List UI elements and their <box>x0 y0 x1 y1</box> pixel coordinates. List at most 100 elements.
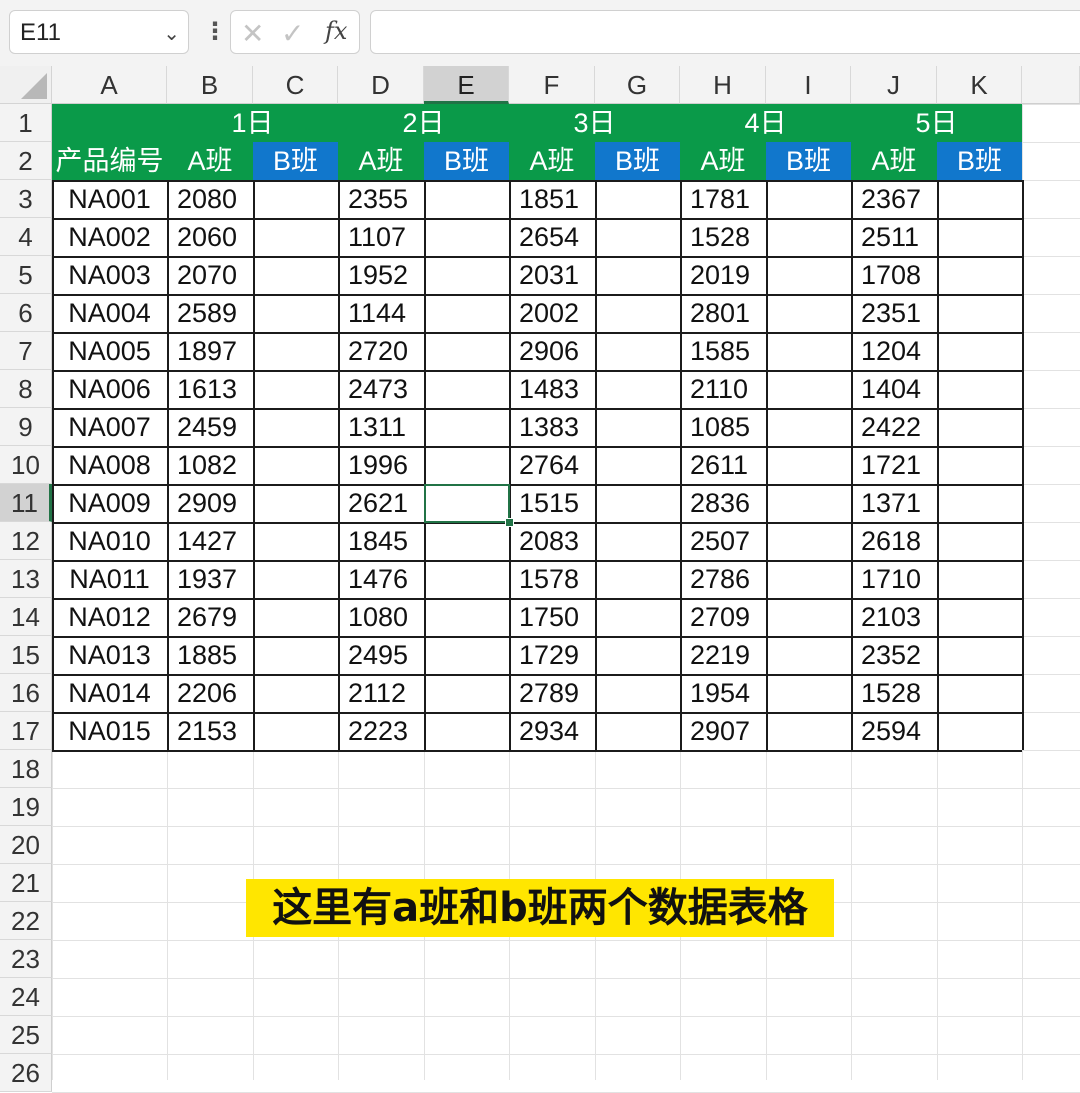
shift-a-value-cell[interactable]: 2621 <box>338 484 424 522</box>
chevron-down-icon[interactable]: ⌄ <box>163 21 180 46</box>
formula-input[interactable] <box>370 10 1080 54</box>
shift-a-value-cell[interactable]: 1371 <box>851 484 937 522</box>
day-header[interactable]: 5日 <box>851 104 1022 142</box>
shift-b-value-cell[interactable] <box>766 256 851 294</box>
shift-a-value-cell[interactable]: 2083 <box>509 522 595 560</box>
shift-a-value-cell[interactable]: 2836 <box>680 484 766 522</box>
product-code-cell[interactable]: NA010 <box>52 522 167 560</box>
name-box[interactable]: E11 ⌄ <box>9 10 189 54</box>
shift-a-value-cell[interactable]: 2618 <box>851 522 937 560</box>
shift-b-value-cell[interactable] <box>766 560 851 598</box>
product-code-cell[interactable]: NA008 <box>52 446 167 484</box>
shift-a-value-cell[interactable]: 1107 <box>338 218 424 256</box>
shift-b-value-cell[interactable] <box>595 712 680 750</box>
row-header-9[interactable]: 9 <box>0 408 52 446</box>
shift-b-value-cell[interactable] <box>595 484 680 522</box>
shift-b-value-cell[interactable] <box>253 636 338 674</box>
shift-b-value-cell[interactable] <box>424 332 509 370</box>
day-header[interactable]: 4日 <box>680 104 851 142</box>
column-header-c[interactable]: C <box>253 66 338 104</box>
shift-a-value-cell[interactable]: 1750 <box>509 598 595 636</box>
select-all-button[interactable] <box>0 66 52 104</box>
row-header-6[interactable]: 6 <box>0 294 52 332</box>
fill-handle[interactable] <box>505 518 514 527</box>
row-header-14[interactable]: 14 <box>0 598 52 636</box>
shift-b-value-cell[interactable] <box>253 522 338 560</box>
product-code-cell[interactable]: NA014 <box>52 674 167 712</box>
shift-b-header[interactable]: B班 <box>424 142 509 180</box>
shift-b-value-cell[interactable] <box>595 674 680 712</box>
product-code-cell[interactable]: NA001 <box>52 180 167 218</box>
shift-a-value-cell[interactable]: 1721 <box>851 446 937 484</box>
shift-a-value-cell[interactable]: 2720 <box>338 332 424 370</box>
shift-a-value-cell[interactable]: 2801 <box>680 294 766 332</box>
shift-a-value-cell[interactable]: 2153 <box>167 712 253 750</box>
day-header[interactable]: 3日 <box>509 104 680 142</box>
shift-a-header[interactable]: A班 <box>680 142 766 180</box>
row-header-2[interactable]: 2 <box>0 142 52 180</box>
shift-a-value-cell[interactable]: 1954 <box>680 674 766 712</box>
shift-a-value-cell[interactable]: 2507 <box>680 522 766 560</box>
row-header-17[interactable]: 17 <box>0 712 52 750</box>
row-header-21[interactable]: 21 <box>0 864 52 902</box>
column-header-l[interactable] <box>1022 66 1080 104</box>
shift-b-value-cell[interactable] <box>937 446 1022 484</box>
product-code-cell[interactable]: NA012 <box>52 598 167 636</box>
shift-a-value-cell[interactable]: 2367 <box>851 180 937 218</box>
shift-a-value-cell[interactable]: 2110 <box>680 370 766 408</box>
shift-a-value-cell[interactable]: 1897 <box>167 332 253 370</box>
shift-a-value-cell[interactable]: 1204 <box>851 332 937 370</box>
shift-a-value-cell[interactable]: 1996 <box>338 446 424 484</box>
shift-b-value-cell[interactable] <box>595 370 680 408</box>
column-header-d[interactable]: D <box>338 66 424 104</box>
shift-b-header[interactable]: B班 <box>937 142 1022 180</box>
row-header-16[interactable]: 16 <box>0 674 52 712</box>
row-header-18[interactable]: 18 <box>0 750 52 788</box>
row-header-25[interactable]: 25 <box>0 1016 52 1054</box>
shift-a-value-cell[interactable]: 1851 <box>509 180 595 218</box>
row-header-4[interactable]: 4 <box>0 218 52 256</box>
shift-b-value-cell[interactable] <box>766 446 851 484</box>
row-header-11[interactable]: 11 <box>0 484 52 522</box>
shift-b-value-cell[interactable] <box>595 522 680 560</box>
shift-a-value-cell[interactable]: 1937 <box>167 560 253 598</box>
shift-a-value-cell[interactable]: 2934 <box>509 712 595 750</box>
shift-b-value-cell[interactable] <box>424 598 509 636</box>
shift-b-value-cell[interactable] <box>595 332 680 370</box>
row-header-7[interactable]: 7 <box>0 332 52 370</box>
product-code-header[interactable]: 产品编号 <box>52 142 167 180</box>
shift-b-value-cell[interactable] <box>253 560 338 598</box>
row-header-12[interactable]: 12 <box>0 522 52 560</box>
row-header-3[interactable]: 3 <box>0 180 52 218</box>
shift-b-value-cell[interactable] <box>766 332 851 370</box>
shift-b-value-cell[interactable] <box>766 180 851 218</box>
shift-b-value-cell[interactable] <box>424 636 509 674</box>
shift-b-value-cell[interactable] <box>937 256 1022 294</box>
shift-b-value-cell[interactable] <box>424 256 509 294</box>
shift-a-value-cell[interactable]: 1515 <box>509 484 595 522</box>
shift-b-value-cell[interactable] <box>424 674 509 712</box>
day-header[interactable]: 1日 <box>167 104 338 142</box>
shift-b-header[interactable]: B班 <box>253 142 338 180</box>
more-options-icon[interactable]: ⋮ <box>203 17 227 46</box>
selected-cell[interactable] <box>424 484 510 523</box>
row-header-26[interactable]: 26 <box>0 1054 52 1092</box>
shift-a-value-cell[interactable]: 1311 <box>338 408 424 446</box>
shift-a-value-cell[interactable]: 2002 <box>509 294 595 332</box>
row-header-20[interactable]: 20 <box>0 826 52 864</box>
shift-b-value-cell[interactable] <box>937 294 1022 332</box>
shift-a-value-cell[interactable]: 2070 <box>167 256 253 294</box>
shift-b-value-cell[interactable] <box>937 522 1022 560</box>
shift-a-value-cell[interactable]: 1729 <box>509 636 595 674</box>
product-code-cell[interactable]: NA009 <box>52 484 167 522</box>
shift-a-value-cell[interactable]: 2219 <box>680 636 766 674</box>
shift-a-value-cell[interactable]: 2679 <box>167 598 253 636</box>
shift-b-value-cell[interactable] <box>937 674 1022 712</box>
column-header-i[interactable]: I <box>766 66 851 104</box>
shift-a-value-cell[interactable]: 1710 <box>851 560 937 598</box>
shift-b-value-cell[interactable] <box>937 560 1022 598</box>
shift-a-value-cell[interactable]: 2060 <box>167 218 253 256</box>
shift-b-value-cell[interactable] <box>595 560 680 598</box>
shift-b-value-cell[interactable] <box>937 598 1022 636</box>
row-header-15[interactable]: 15 <box>0 636 52 674</box>
